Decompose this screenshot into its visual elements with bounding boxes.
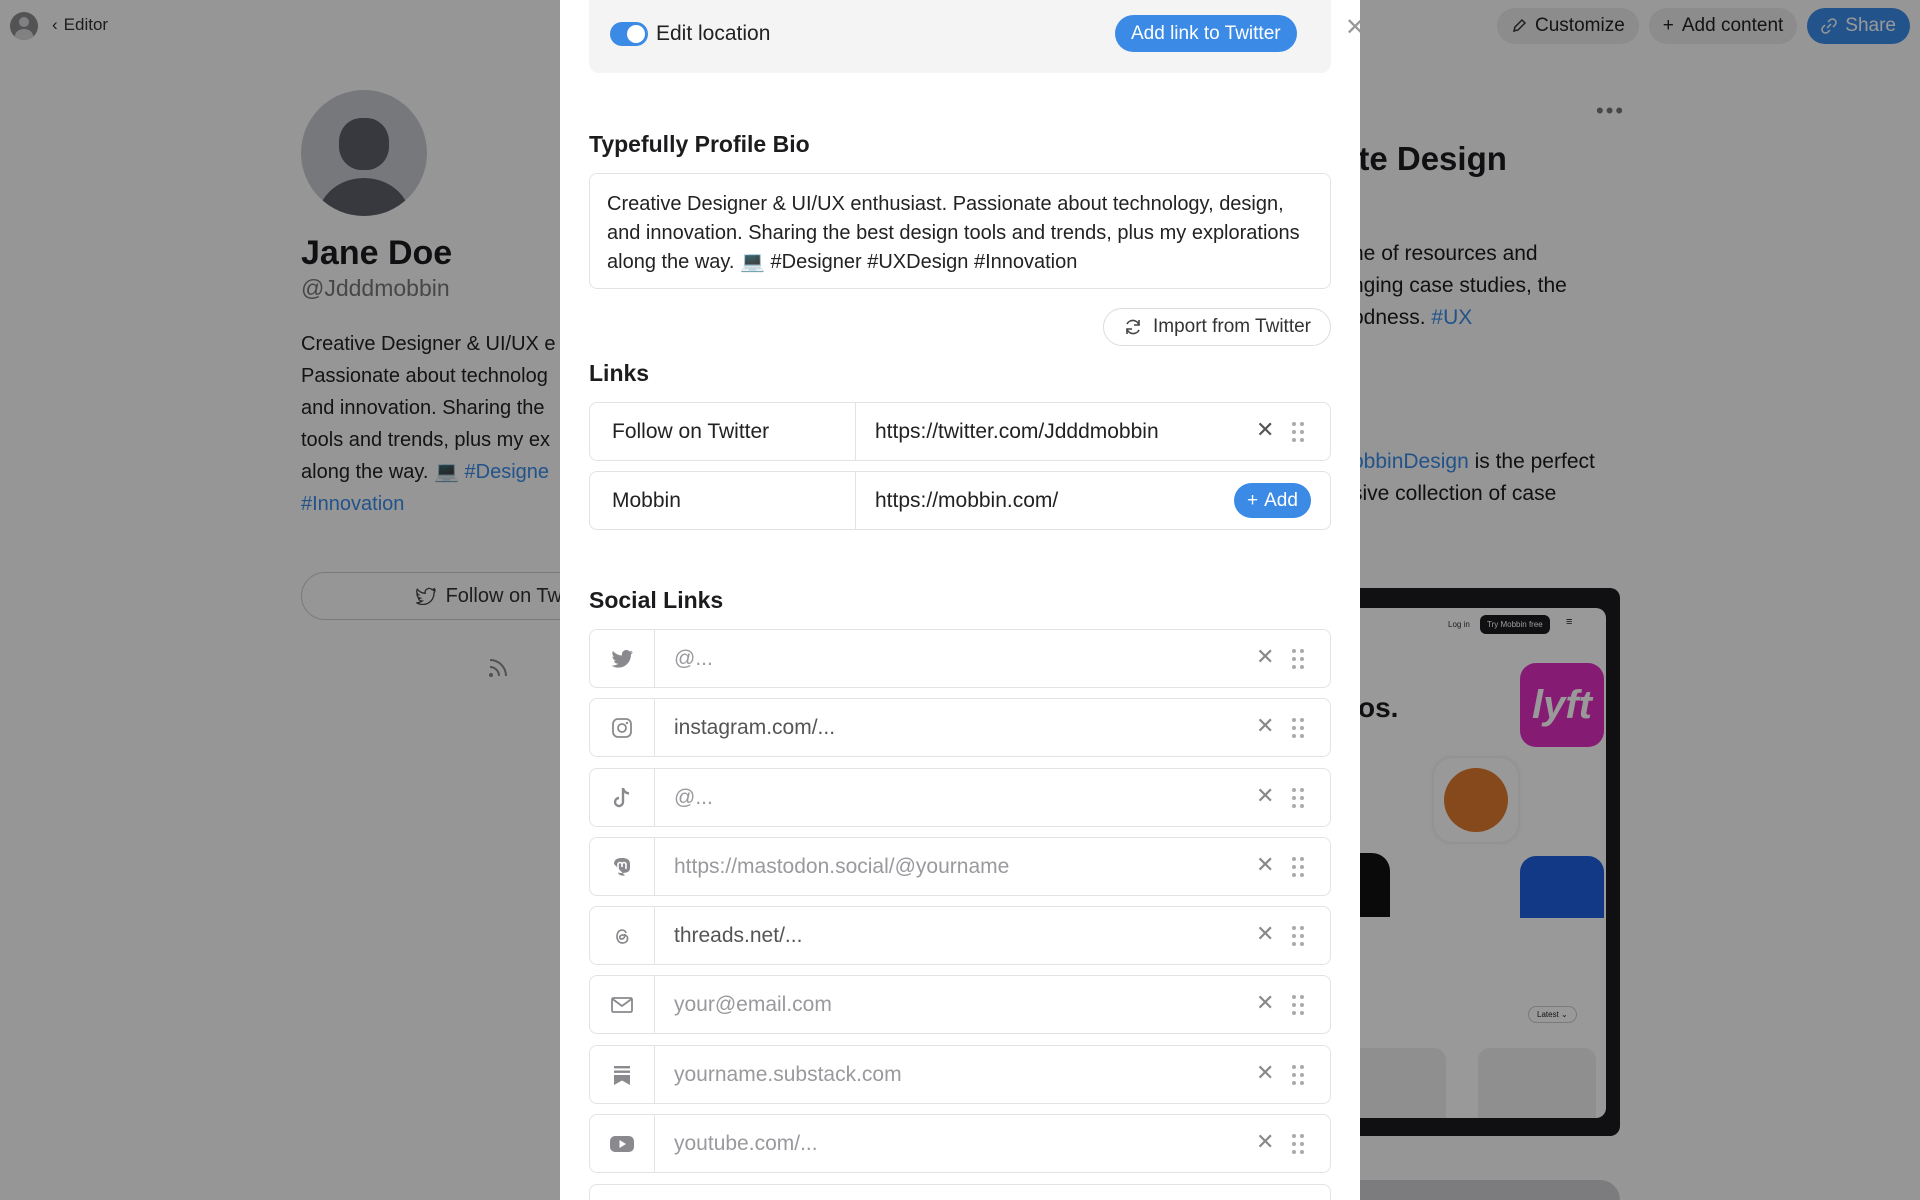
substack-icon: [590, 1046, 655, 1103]
add-link-to-twitter-button[interactable]: Add link to Twitter: [1115, 15, 1297, 52]
drag-handle-icon[interactable]: [1292, 649, 1304, 669]
mastodon-input[interactable]: https://mastodon.social/@yourname: [674, 838, 1009, 895]
email-input[interactable]: your@email.com: [674, 976, 832, 1033]
instagram-icon: [590, 699, 655, 756]
social-link-row-instagram: instagram.com/... ✕: [589, 698, 1331, 757]
link-url-input[interactable]: https://mobbin.com/: [875, 472, 1058, 529]
edit-profile-modal: Edit location Add link to Twitter ✕ Type…: [560, 0, 1360, 1200]
clear-icon[interactable]: ✕: [1256, 990, 1274, 1016]
bio-textarea[interactable]: Creative Designer & UI/UX enthusiast. Pa…: [589, 173, 1331, 289]
social-link-row-twitter: @... ✕: [589, 629, 1331, 688]
clear-icon[interactable]: ✕: [1256, 783, 1274, 809]
twitter-icon: [590, 630, 655, 687]
link-row: Mobbin https://mobbin.com/ + Add: [589, 471, 1331, 530]
threads-input[interactable]: threads.net/...: [674, 907, 802, 964]
import-from-twitter-button[interactable]: Import from Twitter: [1103, 308, 1331, 346]
remove-link-icon[interactable]: ✕: [1256, 417, 1274, 443]
links-section-title: Links: [589, 360, 650, 386]
tiktok-icon: [590, 769, 655, 826]
link-name-input[interactable]: Mobbin: [590, 472, 856, 529]
drag-handle-icon[interactable]: [1292, 926, 1304, 946]
link-url-input[interactable]: https://twitter.com/Jdddmobbin: [875, 403, 1159, 460]
location-box: Edit location Add link to Twitter: [589, 0, 1331, 73]
clear-icon[interactable]: ✕: [1256, 1060, 1274, 1086]
refresh-icon: [1126, 319, 1140, 335]
youtube-input[interactable]: youtube.com/...: [674, 1115, 818, 1172]
mastodon-icon: [590, 838, 655, 895]
email-icon: [590, 976, 655, 1033]
substack-input[interactable]: yourname.substack.com: [674, 1046, 902, 1103]
add-label: Add: [1264, 489, 1298, 511]
drag-handle-icon[interactable]: [1292, 1065, 1304, 1085]
import-label: Import from Twitter: [1152, 316, 1311, 337]
threads-icon: [590, 907, 655, 964]
location-toggle[interactable]: [610, 22, 648, 46]
drag-handle-icon[interactable]: [1292, 788, 1304, 808]
close-icon[interactable]: ✕: [1345, 13, 1360, 42]
twitter-handle-input[interactable]: @...: [674, 630, 713, 687]
clear-icon[interactable]: ✕: [1256, 644, 1274, 670]
social-links-section-title: Social Links: [589, 587, 724, 613]
location-label: Edit location: [656, 22, 771, 45]
bio-section-title: Typefully Profile Bio: [589, 131, 810, 157]
social-link-row-youtube: youtube.com/... ✕: [589, 1114, 1331, 1173]
plus-icon: +: [1247, 489, 1259, 511]
link-name-input[interactable]: Follow on Twitter: [590, 403, 856, 460]
clear-icon[interactable]: ✕: [1256, 921, 1274, 947]
drag-handle-icon[interactable]: [1292, 718, 1304, 738]
drag-handle-icon[interactable]: [1292, 422, 1304, 442]
clear-icon[interactable]: ✕: [1256, 852, 1274, 878]
drag-handle-icon[interactable]: [1292, 857, 1304, 877]
social-link-row-next: [589, 1184, 1331, 1200]
clear-icon[interactable]: ✕: [1256, 1129, 1274, 1155]
instagram-input[interactable]: instagram.com/...: [674, 699, 835, 756]
social-link-row-mastodon: https://mastodon.social/@yourname ✕: [589, 837, 1331, 896]
link-row: Follow on Twitter https://twitter.com/Jd…: [589, 402, 1331, 461]
youtube-icon: [590, 1115, 655, 1172]
add-link-button[interactable]: + Add: [1234, 483, 1311, 518]
social-link-row-threads: threads.net/... ✕: [589, 906, 1331, 965]
social-link-row-substack: yourname.substack.com ✕: [589, 1045, 1331, 1104]
social-link-row-email: your@email.com ✕: [589, 975, 1331, 1034]
drag-handle-icon[interactable]: [1292, 995, 1304, 1015]
drag-handle-icon[interactable]: [1292, 1134, 1304, 1154]
social-link-row-tiktok: @... ✕: [589, 768, 1331, 827]
tiktok-handle-input[interactable]: @...: [674, 769, 713, 826]
clear-icon[interactable]: ✕: [1256, 713, 1274, 739]
